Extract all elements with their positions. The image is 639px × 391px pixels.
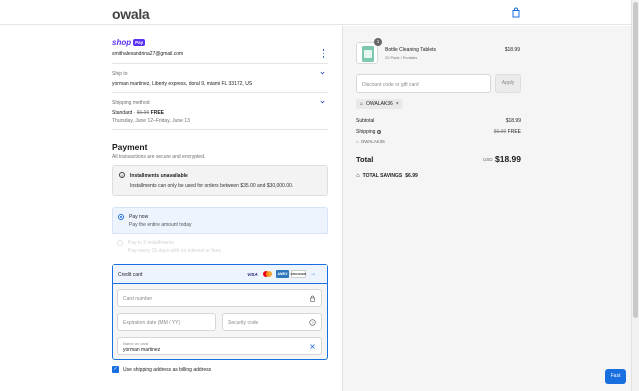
shipping-value-row: $6.99 FREE xyxy=(470,129,521,135)
option-subtitle: Pay the entire amount today xyxy=(129,222,192,228)
shipping-old-value: $6.99 xyxy=(493,129,507,135)
svg-text:?: ? xyxy=(311,320,314,325)
shipping-price: FREE xyxy=(150,110,164,116)
applied-code: OWALAK36 xyxy=(366,101,393,107)
savings-value: $6.99 xyxy=(405,173,418,179)
card-number-input[interactable]: Card number xyxy=(117,289,322,307)
card-number-placeholder: Card number xyxy=(123,296,153,302)
shipping-method-name: Standard xyxy=(112,110,133,116)
pay-badge: Pay xyxy=(133,38,146,46)
chevron-down-icon[interactable] xyxy=(320,100,325,104)
radio-selected[interactable] xyxy=(118,214,124,220)
more-brands-icon: → xyxy=(310,271,316,277)
tag-icon: ⌂ xyxy=(356,173,360,179)
security-code-placeholder: Security code xyxy=(228,320,259,326)
radio-disabled[interactable] xyxy=(117,240,123,246)
notice-title: Installments unavailable xyxy=(130,173,188,179)
chevron-down-icon[interactable] xyxy=(320,71,325,75)
shipping-discount-line: ⌂ OWALAK36 xyxy=(356,139,385,144)
shipping-value: FREE xyxy=(507,129,521,135)
total-value: $18.99 xyxy=(495,154,521,164)
savings-label: TOTAL SAVINGS xyxy=(362,173,403,179)
shipping-code: OWALAK36 xyxy=(360,139,385,144)
shipping-label-row: Shipping? xyxy=(356,129,382,135)
info-icon: i xyxy=(119,172,125,178)
option-title: Pay in 2 installments xyxy=(128,240,174,246)
owala-logo[interactable]: owala xyxy=(112,6,150,22)
subtotal-label: Subtotal xyxy=(356,118,375,124)
shop-wordmark: shop xyxy=(112,37,132,47)
billing-checkbox-label: Use shipping address as billing address xyxy=(123,366,212,373)
apply-button[interactable]: Apply xyxy=(495,74,521,93)
option-title: Pay now xyxy=(129,214,149,220)
applied-discount-chip: ⌂ OWALAK36 × xyxy=(356,99,403,109)
product-image xyxy=(356,42,378,64)
product-name: Bottle Cleaning Tablets xyxy=(385,47,437,53)
scrollbar[interactable] xyxy=(631,0,639,391)
remove-code-icon[interactable]: × xyxy=(396,101,399,107)
header: owala xyxy=(0,0,631,25)
fast-button[interactable]: Fast xyxy=(605,369,626,384)
quantity-badge: 1 xyxy=(374,38,382,46)
divider xyxy=(112,63,328,64)
expiration-placeholder: Expiration date (MM / YY) xyxy=(123,320,181,326)
info-icon[interactable]: ? xyxy=(377,129,382,134)
discount-code-input[interactable]: Discount code or gift card xyxy=(356,74,491,93)
lock-icon xyxy=(310,295,315,302)
name-on-card-label: Name on card xyxy=(123,341,149,346)
total-savings: ⌂ TOTAL SAVINGS $6.99 xyxy=(356,173,418,179)
more-options-icon[interactable] xyxy=(322,49,325,58)
scrollbar-thumb[interactable] xyxy=(633,2,638,318)
option-installments[interactable]: Pay in 2 installments Pay every 15 days … xyxy=(112,234,328,260)
shipping-method-line: Standard · $6.99 FREE xyxy=(112,110,164,116)
credit-card-title: Credit card xyxy=(118,272,143,278)
tag-icon: ⌂ xyxy=(356,139,359,144)
shopping-bag-icon[interactable] xyxy=(511,7,521,18)
discover-icon: DISCOVER xyxy=(290,270,307,278)
clear-icon[interactable] xyxy=(309,343,316,350)
tag-icon: ⌂ xyxy=(360,101,364,107)
payment-subtitle: All transactions are secure and encrypte… xyxy=(112,154,206,160)
shop-pay-account: shop Pay xyxy=(112,37,146,47)
discount-placeholder: Discount code or gift card xyxy=(362,82,419,88)
shipping-method-label: Shipping method xyxy=(112,100,150,106)
total-label: Total xyxy=(356,155,374,164)
help-icon[interactable]: ? xyxy=(309,319,316,326)
billing-same-as-shipping[interactable]: ✓ Use shipping address as billing addres… xyxy=(112,366,211,373)
subtotal-value: $18.99 xyxy=(505,118,521,124)
divider xyxy=(112,92,328,93)
installments-notice: i Installments unavailable Installments … xyxy=(112,165,328,196)
ship-to-label: Ship to xyxy=(112,71,128,77)
currency-code: USD xyxy=(483,157,493,162)
shipping-label: Shipping xyxy=(356,129,376,135)
amex-icon: AMEX xyxy=(276,270,289,278)
credit-card-header[interactable]: Credit card VISA AMEX DISCOVER → xyxy=(113,265,327,284)
shipping-dates: Thursday, June 12–Friday, June 13 xyxy=(112,118,190,124)
card-brands: VISA AMEX DISCOVER → xyxy=(246,270,318,278)
name-on-card-value: yorman martinez xyxy=(123,347,161,353)
visa-icon: VISA xyxy=(247,271,258,277)
shipping-old-price: $6.99 xyxy=(136,110,150,116)
product-variant: 20 Pack / Ecotabs xyxy=(385,55,418,60)
contact-email: smithalexandrina27@gmail.com xyxy=(112,51,184,57)
option-pay-now[interactable]: Pay now Pay the entire amount today xyxy=(112,207,328,234)
ship-to-address: yorman martinez, Liberty express, doral … xyxy=(112,81,253,87)
payment-title: Payment xyxy=(112,142,148,152)
divider xyxy=(112,129,328,130)
option-subtitle: Pay every 15 days with no interest or fe… xyxy=(128,248,221,254)
product-price: $18.99 xyxy=(504,47,520,53)
expiration-date-input[interactable]: Expiration date (MM / YY) xyxy=(117,313,216,331)
mastercard-icon xyxy=(261,270,274,278)
security-code-input[interactable]: Security code ? xyxy=(222,313,322,331)
name-on-card-input[interactable]: Name on card yorman martinez xyxy=(117,337,322,355)
checkbox-checked[interactable]: ✓ xyxy=(112,366,119,373)
separator: · xyxy=(133,110,136,116)
notice-text: Installments can only be used for orders… xyxy=(130,183,294,189)
